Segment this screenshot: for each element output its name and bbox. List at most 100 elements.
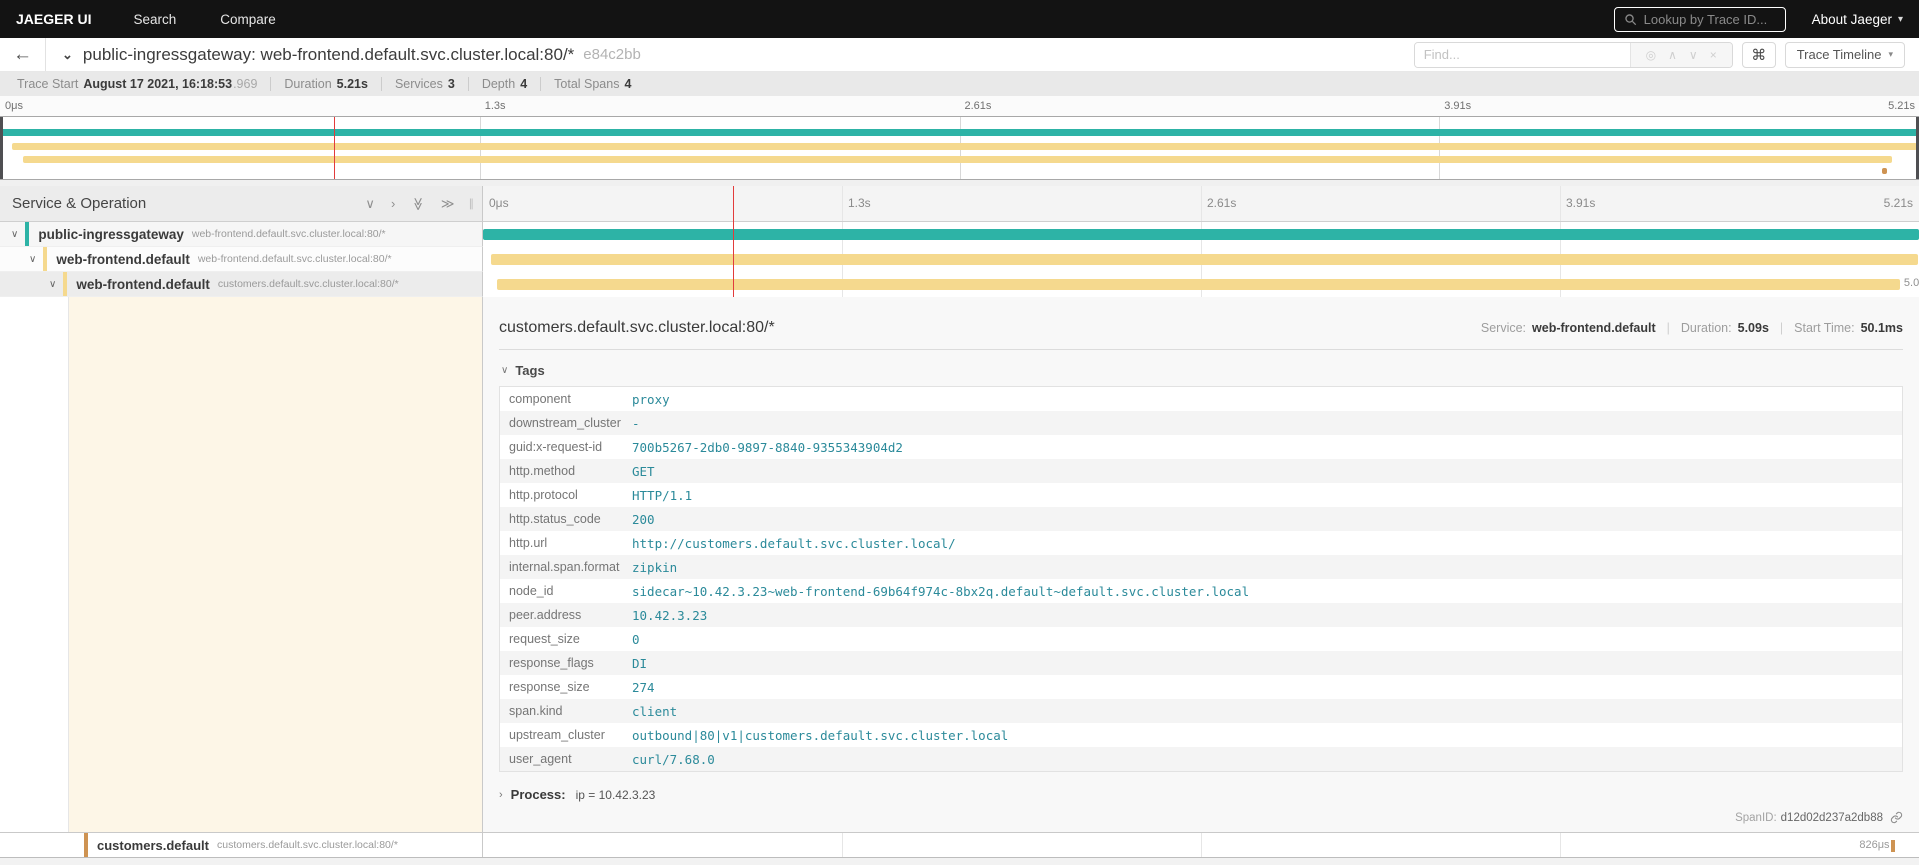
minimap-left-drag-handle[interactable] (0, 117, 3, 179)
span-duration-bar[interactable] (496, 279, 1901, 290)
process-accordion-toggle[interactable]: › Process: ip = 10.42.3.23 (499, 787, 1903, 802)
start-time-value: 50.1ms (1860, 321, 1903, 335)
tag-row[interactable]: upstream_cluster outbound|80|v1|customers… (500, 723, 1902, 747)
expand-one-icon[interactable]: › (391, 196, 395, 211)
expand-all-icon[interactable]: ≫ (441, 196, 455, 212)
tag-row[interactable]: request_size 0 (500, 627, 1902, 651)
tag-key: http.url (509, 536, 548, 550)
service-name: web-frontend.default (76, 276, 210, 292)
trace-lookup-placeholder: Lookup by Trace ID... (1643, 11, 1768, 27)
service-color-block (63, 272, 68, 296)
span-timeline-cell[interactable]: 5.0 (483, 272, 1919, 297)
match-focus-icon[interactable]: ◎ (1646, 48, 1656, 62)
span-name-cell[interactable]: ∨ web-frontend.default customers.default… (0, 272, 483, 297)
duration-label: Duration: (1680, 321, 1732, 335)
tag-key: internal.span.format (509, 560, 620, 574)
service-operation-title: Service & Operation (12, 195, 147, 212)
nav-item-search[interactable]: Search (133, 12, 176, 27)
minimap-span-bar (0, 129, 1919, 136)
span-name-cell[interactable]: ∨ web-frontend.default web-frontend.defa… (0, 247, 483, 272)
tag-row[interactable]: http.status_code 200 (500, 507, 1902, 531)
find-group: ◎ ∧ ∨ × (1413, 41, 1733, 68)
chevron-down-icon[interactable]: ∨ (11, 229, 18, 240)
service-operation-header: Service & Operation ∨ › ≫ ≫ ∥ (0, 186, 483, 222)
span-detail-band: customers.default.svc.cluster.local:80/*… (0, 297, 1919, 832)
trace-id: e84c2bb (583, 46, 641, 63)
process-value: ip = 10.42.3.23 (575, 787, 656, 802)
tag-value: 200 (632, 511, 655, 527)
collapse-trace-chevron-icon[interactable]: ⌄ (62, 47, 73, 63)
gridline (842, 186, 843, 221)
trace-title-bar: ← ⌄ public-ingressgateway: web-frontend.… (0, 38, 1919, 72)
tag-row[interactable]: http.method GET (500, 459, 1902, 483)
tag-row[interactable]: guid:x-request-id 700b5267-2db0-9897-8840… (500, 435, 1902, 459)
trace-timeline-view: Service & Operation ∨ › ≫ ≫ ∥ 0μs 1.3s 2… (0, 186, 1919, 858)
link-icon[interactable] (1890, 811, 1903, 824)
tag-key: response_flags (509, 656, 594, 670)
tag-row[interactable]: http.url http://customers.default.svc.clu… (500, 531, 1902, 555)
tag-value: http://customers.default.svc.cluster.loc… (632, 535, 956, 551)
nav-item-compare[interactable]: Compare (220, 12, 276, 27)
span-timeline-cell[interactable] (483, 222, 1919, 247)
tags-table: component proxy downstream_cluster - guid:… (499, 386, 1903, 772)
tag-value: curl/7.68.0 (632, 751, 715, 767)
span-timeline-cell[interactable]: 826μs (483, 833, 1919, 857)
tag-value: 700b5267-2db0-9897-8840-9355343904d2 (632, 439, 903, 455)
tag-value: 274 (632, 679, 655, 695)
span-name-cell[interactable]: ∨ public-ingressgateway web-frontend.def… (0, 222, 483, 247)
collapse-one-icon[interactable]: ∨ (365, 196, 375, 212)
tag-row[interactable]: http.protocol HTTP/1.1 (500, 483, 1902, 507)
trace-lookup-input[interactable]: Lookup by Trace ID... (1613, 6, 1786, 32)
keyboard-shortcuts-button[interactable]: ⌘ (1741, 41, 1776, 68)
service-name: web-frontend.default (56, 251, 190, 267)
service-name: public-ingressgateway (38, 226, 184, 242)
stat-duration: Duration 5.21s (270, 77, 381, 91)
tag-value: sidecar~10.42.3.23~web-frontend-69b64f97… (632, 583, 1250, 599)
tag-row[interactable]: peer.address 10.42.3.23 (500, 603, 1902, 627)
prev-match-icon[interactable]: ∧ (1668, 48, 1677, 62)
tag-row[interactable]: response_flags DI (500, 651, 1902, 675)
trace-stats-bar: Trace Start August 17 2021, 16:18:53 .96… (0, 72, 1919, 96)
tags-accordion-toggle[interactable]: ∨ Tags (501, 363, 1903, 378)
back-button[interactable]: ← (0, 38, 46, 71)
stat-services: Services 3 (380, 77, 468, 91)
chevron-down-icon[interactable]: ∨ (29, 254, 36, 265)
trace-view-selector[interactable]: Trace Timeline ▾ (1784, 41, 1905, 68)
span-timeline-cell[interactable] (483, 247, 1919, 272)
operation-name: web-frontend.default.svc.cluster.local:8… (197, 253, 392, 265)
tag-row[interactable]: span.kind client (500, 699, 1902, 723)
tag-row[interactable]: internal.span.format zipkin (500, 555, 1902, 579)
column-resizer-handle[interactable]: ∥ (469, 197, 475, 210)
span-row-selected: ∨ web-frontend.default customers.default… (0, 272, 1919, 297)
duration-value: 5.09s (1737, 321, 1769, 335)
tag-row[interactable]: node_id sidecar~10.42.3.23~web-frontend-6… (500, 579, 1902, 603)
about-jaeger-menu[interactable]: About Jaeger ▾ (1812, 12, 1903, 27)
span-row: ∨ public-ingressgateway web-frontend.def… (0, 222, 1919, 247)
clear-find-icon[interactable]: × (1710, 48, 1717, 62)
tag-row[interactable]: response_size 274 (500, 675, 1902, 699)
tag-row[interactable]: user_agent curl/7.68.0 (500, 747, 1902, 771)
collapse-all-icon[interactable]: ≫ (410, 197, 426, 211)
chevron-down-icon[interactable]: ∨ (49, 279, 56, 290)
tag-row[interactable]: component proxy (500, 387, 1902, 411)
tick-label: 3.91s (1566, 196, 1596, 210)
tag-value: HTTP/1.1 (632, 487, 693, 503)
next-match-icon[interactable]: ∨ (1689, 48, 1698, 62)
span-duration-label: 5.0 (1903, 277, 1919, 289)
tag-value: 0 (632, 631, 640, 647)
span-name-cell[interactable]: customers.default customers.default.svc.… (0, 833, 483, 857)
chevron-right-icon: › (499, 788, 503, 801)
service-name: customers.default (97, 837, 209, 853)
span-duration-bar[interactable] (483, 229, 1919, 240)
span-duration-bar[interactable] (1890, 840, 1896, 852)
tag-key: http.status_code (509, 512, 601, 526)
app-logo[interactable]: JAEGER UI (16, 11, 91, 27)
span-duration-bar[interactable] (490, 254, 1918, 265)
tick-label: 0μs (489, 196, 509, 210)
service-color-block (43, 247, 48, 271)
tag-key: downstream_cluster (509, 416, 621, 430)
tag-row[interactable]: downstream_cluster - (500, 411, 1902, 435)
trace-minimap[interactable] (0, 116, 1919, 180)
find-input[interactable] (1414, 42, 1630, 67)
service-color-block (84, 833, 88, 857)
